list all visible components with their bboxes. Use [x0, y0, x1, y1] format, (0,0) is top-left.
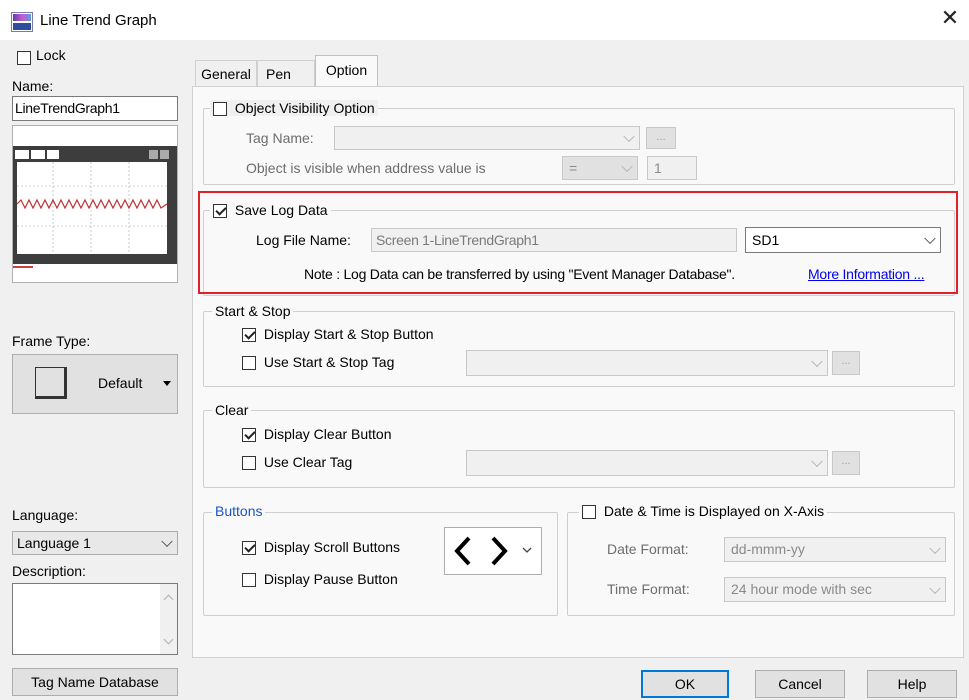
use-clear-tag-row: Use Clear Tag — [242, 454, 353, 471]
date-format-label: Date Format: — [607, 541, 689, 557]
use-start-stop-tag-checkbox[interactable] — [242, 356, 256, 371]
tag-name-database-button[interactable]: Tag Name Database — [12, 668, 178, 696]
frame-style-icon — [35, 367, 67, 399]
start-stop-tag-browse-button[interactable]: ... — [832, 351, 860, 375]
visibility-tag-browse-button[interactable]: ... — [646, 127, 676, 149]
chevron-down-icon — [161, 535, 173, 548]
clear-tag-select[interactable] — [466, 450, 828, 476]
window-title: Line Trend Graph — [40, 12, 157, 29]
display-clear-row: Display Clear Button — [242, 426, 392, 443]
display-pause-checkbox[interactable] — [242, 573, 256, 588]
visibility-value-input[interactable]: 1 — [647, 156, 697, 180]
display-start-stop-label: Display Start & Stop Button — [263, 326, 434, 342]
use-start-stop-tag-label: Use Start & Stop Tag — [263, 354, 395, 370]
chevron-down-icon — [929, 582, 941, 594]
lock-label: Lock — [36, 47, 66, 63]
chevron-down-icon — [623, 130, 635, 143]
use-start-stop-tag-row: Use Start & Stop Tag — [242, 354, 395, 371]
display-scroll-label: Display Scroll Buttons — [263, 539, 401, 555]
tab-option[interactable]: Option — [315, 55, 378, 87]
datetime-checkbox[interactable] — [582, 505, 596, 520]
use-clear-tag-label: Use Clear Tag — [263, 454, 353, 470]
display-scroll-checkbox[interactable] — [242, 541, 256, 556]
datetime-label: Date & Time is Displayed on X-Axis — [603, 503, 825, 519]
language-label: Language: — [12, 507, 79, 523]
display-scroll-row: Display Scroll Buttons — [242, 539, 401, 556]
trend-graph-preview — [12, 125, 178, 283]
display-start-stop-row: Display Start & Stop Button — [242, 326, 434, 343]
chevron-down-icon — [929, 542, 941, 554]
visibility-operator-select[interactable]: = — [562, 156, 638, 180]
language-value: Language 1 — [17, 535, 91, 551]
display-pause-row: Display Pause Button — [242, 571, 398, 588]
tab-general[interactable]: General — [195, 60, 257, 86]
preview-graph-image — [13, 146, 177, 268]
buttons-group-title: Buttons — [212, 503, 266, 519]
description-textarea[interactable] — [12, 583, 178, 655]
description-scrollbar[interactable] — [160, 584, 177, 654]
chevron-down-icon — [811, 355, 823, 368]
time-format-select[interactable]: 24 hour mode with sec — [724, 577, 946, 602]
cancel-button[interactable]: Cancel — [755, 670, 845, 698]
name-input[interactable]: LineTrendGraph1 — [12, 96, 178, 121]
display-pause-label: Display Pause Button — [263, 571, 398, 587]
visibility-label: Object Visibility Option — [234, 100, 375, 116]
start-stop-tag-select[interactable] — [466, 350, 828, 376]
scroll-button-style-select[interactable] — [444, 527, 542, 575]
frame-type-button[interactable]: Default — [12, 354, 178, 414]
chevron-down-icon — [811, 455, 823, 468]
clear-tag-browse-button[interactable]: ... — [832, 451, 860, 475]
operator-value: = — [569, 160, 578, 176]
scroll-up-icon[interactable] — [163, 594, 174, 605]
ok-button[interactable]: OK — [641, 670, 729, 698]
visibility-group-title: Object Visibility Option — [210, 100, 378, 117]
visibility-checkbox[interactable] — [213, 102, 227, 117]
tab-pen[interactable]: Pen — [257, 60, 315, 86]
close-icon[interactable]: ✕ — [938, 6, 962, 30]
visibility-condition-label: Object is visible when address value is — [246, 160, 486, 176]
tag-name-label: Tag Name: — [246, 130, 314, 146]
language-select[interactable]: Language 1 — [12, 531, 178, 555]
chevron-left-right-icon — [454, 536, 532, 566]
lock-checkbox[interactable] — [17, 51, 31, 66]
highlight-box — [198, 191, 958, 294]
caret-down-icon — [163, 381, 171, 386]
visibility-tag-select[interactable] — [334, 126, 640, 150]
description-label: Description: — [12, 563, 86, 579]
datetime-group-title: Date & Time is Displayed on X-Axis — [579, 503, 828, 520]
chevron-down-icon — [621, 160, 633, 173]
frame-type-label: Frame Type: — [12, 333, 91, 349]
date-format-value: dd-mmm-yy — [731, 541, 805, 557]
start-stop-group-title: Start & Stop — [212, 303, 294, 319]
help-button[interactable]: Help — [867, 670, 957, 698]
frame-type-value: Default — [98, 375, 143, 391]
date-format-select[interactable]: dd-mmm-yy — [724, 537, 946, 562]
time-format-label: Time Format: — [607, 581, 690, 597]
display-clear-label: Display Clear Button — [263, 426, 392, 442]
time-format-value: 24 hour mode with sec — [731, 581, 872, 597]
display-clear-checkbox[interactable] — [242, 428, 256, 443]
scroll-down-icon[interactable] — [163, 634, 174, 645]
clear-group-title: Clear — [212, 402, 252, 418]
name-label: Name: — [12, 78, 54, 94]
clear-group — [203, 410, 955, 488]
line-trend-app-icon — [11, 12, 33, 32]
display-start-stop-checkbox[interactable] — [242, 328, 256, 343]
use-clear-tag-checkbox[interactable] — [242, 456, 256, 471]
